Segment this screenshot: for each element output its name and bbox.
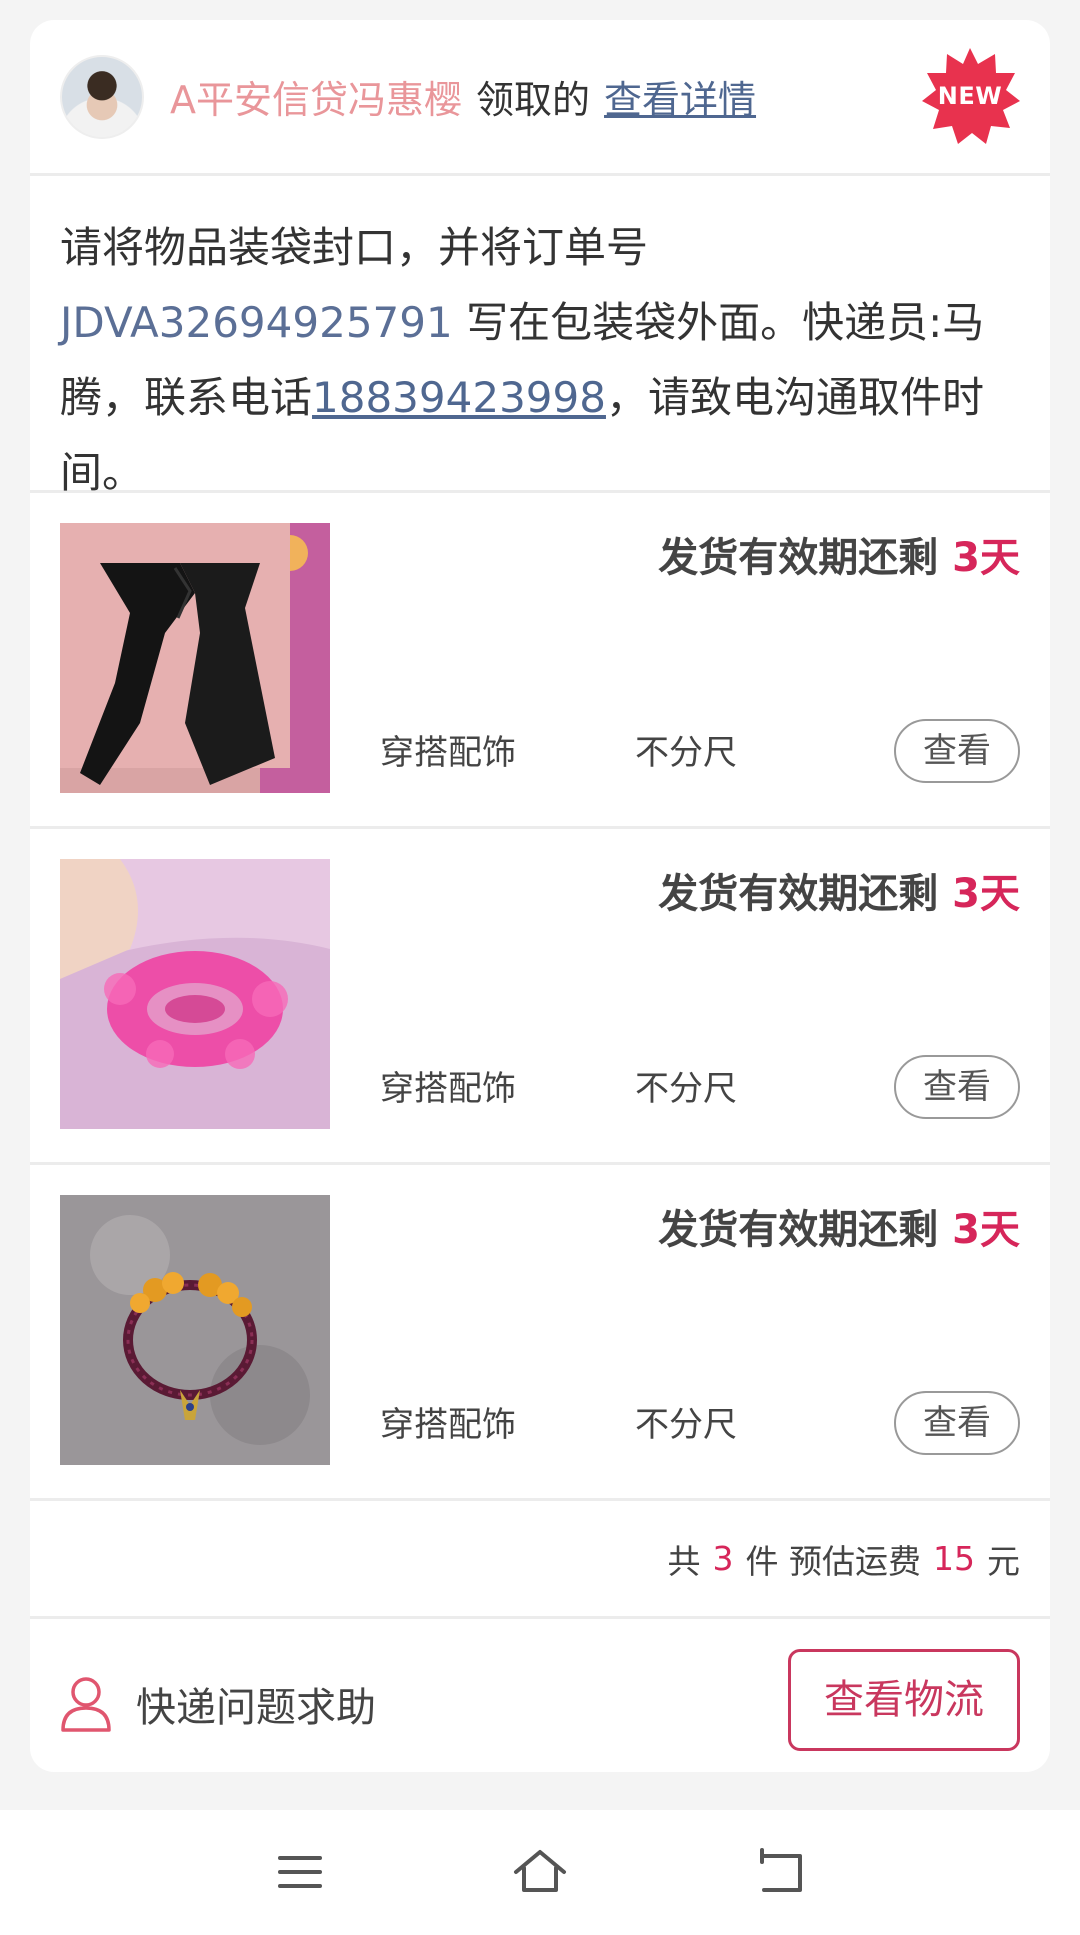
order-item: 发货有效期还剩 3天 穿搭配饰 不分尺 查看: [30, 1165, 1050, 1501]
deadline-label: 发货有效期还剩: [658, 535, 953, 581]
system-nav-bar: [0, 1810, 1080, 1935]
item-image-pink-scrunchie[interactable]: [60, 859, 330, 1129]
new-badge: NEW: [920, 46, 1020, 146]
item-count: 3: [712, 1539, 734, 1578]
order-header: A平安信贷冯惠樱 领取的 查看详情 NEW: [30, 20, 1050, 176]
view-item-button[interactable]: 查看: [894, 1055, 1020, 1119]
view-item-button[interactable]: 查看: [894, 719, 1020, 783]
item-category: 穿搭配饰: [380, 733, 516, 773]
deadline-label: 发货有效期还剩: [658, 871, 953, 917]
deadline-days: 3天: [952, 1207, 1020, 1253]
courier-help-link[interactable]: 快递问题求助: [136, 1675, 376, 1733]
item-size: 不分尺: [635, 1405, 737, 1445]
item-image-black-scarf[interactable]: [60, 523, 330, 793]
view-details-link[interactable]: 查看详情: [604, 69, 756, 124]
deadline-days: 3天: [952, 535, 1020, 581]
order-item: 发货有效期还剩 3天 穿搭配饰 不分尺 查看: [30, 829, 1050, 1165]
claimed-label: 领取的: [476, 78, 591, 122]
item-image-bead-bracelet[interactable]: [60, 1195, 330, 1465]
back-icon[interactable]: [750, 1846, 810, 1898]
claimer-name[interactable]: A平安信贷冯惠樱: [170, 69, 462, 124]
summary-prefix: 共: [667, 1541, 701, 1581]
notice-text-1: 请将物品装袋封口，并将订单号: [60, 223, 649, 272]
order-card: A平安信贷冯惠樱 领取的 查看详情 NEW 请将物品装袋封口，并将订单号 JDV…: [30, 20, 1050, 1772]
packing-notice: 请将物品装袋封口，并将订单号 JDVA32694925791 写在包装袋外面。快…: [30, 176, 1050, 497]
summary-suffix: 元: [987, 1541, 1020, 1581]
item-size: 不分尺: [635, 1069, 737, 1109]
order-summary: 共 3 件 预估运费 15 元: [30, 1501, 1050, 1619]
new-badge-label: NEW: [937, 82, 1003, 110]
summary-mid: 件 预估运费: [745, 1541, 922, 1581]
view-logistics-button[interactable]: 查看物流: [788, 1649, 1020, 1751]
shipping-fee: 15: [933, 1539, 975, 1578]
shipping-deadline: 发货有效期还剩 3天: [658, 1197, 1020, 1255]
order-item: 发货有效期还剩 3天 穿搭配饰 不分尺 查看: [30, 493, 1050, 829]
avatar[interactable]: [60, 54, 144, 139]
item-category: 穿搭配饰: [380, 1405, 516, 1445]
courier-phone-link[interactable]: 18839423998: [312, 373, 606, 422]
order-number: JDVA32694925791: [60, 298, 453, 347]
menu-icon[interactable]: [270, 1846, 330, 1898]
item-category: 穿搭配饰: [380, 1069, 516, 1109]
order-footer: 快递问题求助 查看物流: [30, 1619, 1050, 1772]
item-size: 不分尺: [635, 733, 737, 773]
shipping-deadline: 发货有效期还剩 3天: [658, 861, 1020, 919]
person-icon[interactable]: [60, 1675, 112, 1733]
deadline-days: 3天: [952, 871, 1020, 917]
home-icon[interactable]: [510, 1846, 570, 1898]
deadline-label: 发货有效期还剩: [658, 1207, 953, 1253]
shipping-deadline: 发货有效期还剩 3天: [658, 525, 1020, 583]
view-item-button[interactable]: 查看: [894, 1391, 1020, 1455]
